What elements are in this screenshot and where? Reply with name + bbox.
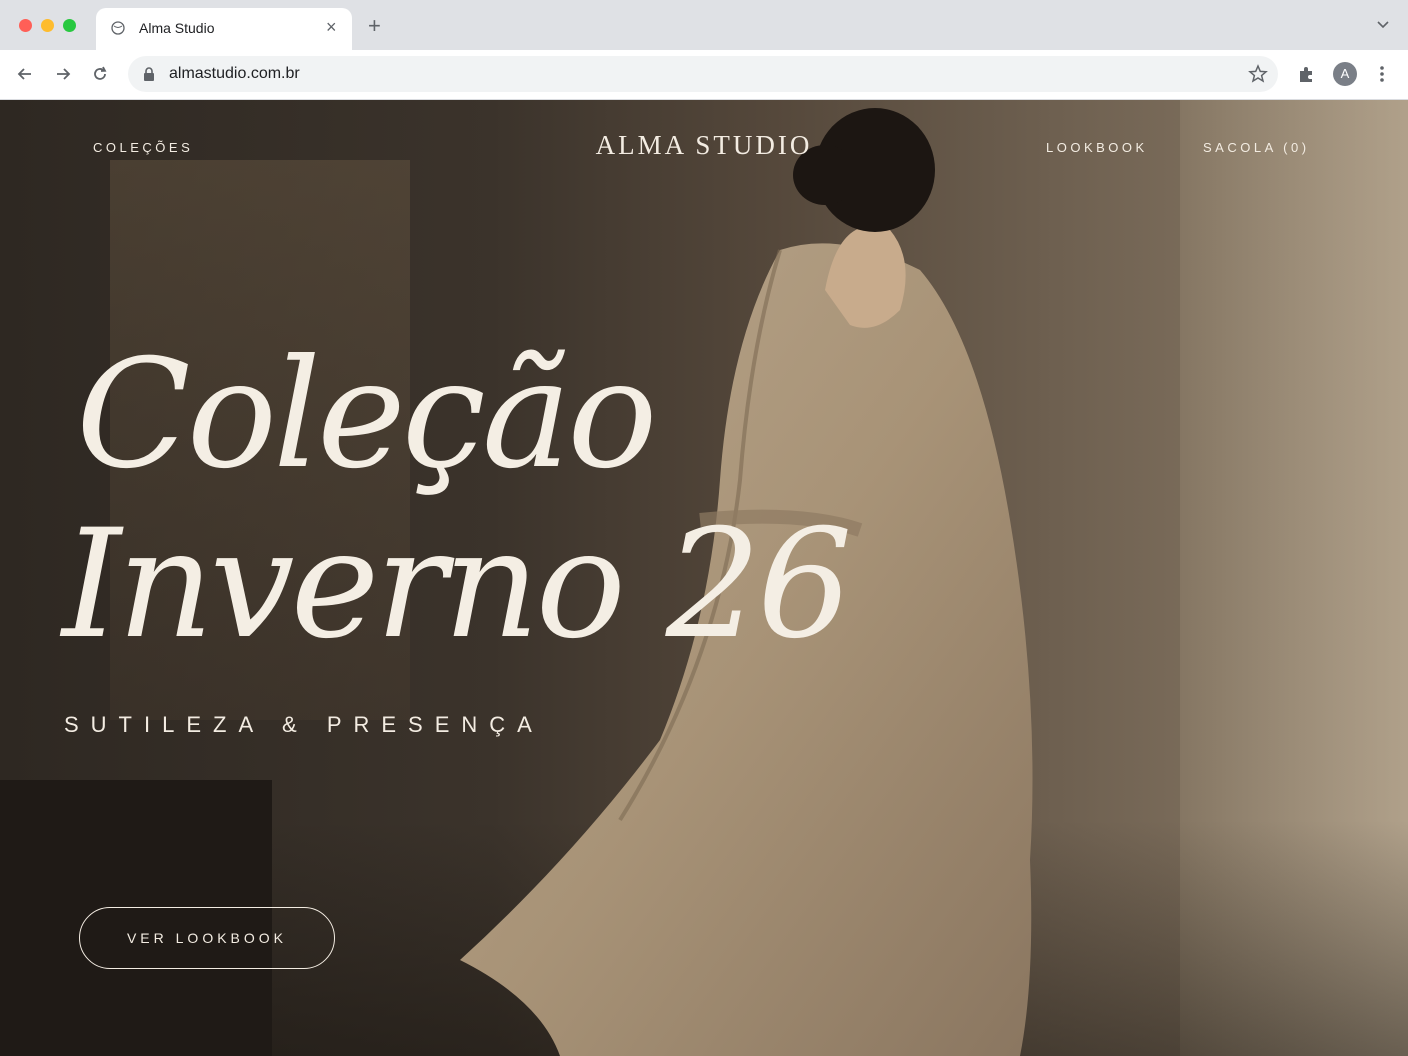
- profile-avatar[interactable]: A: [1333, 62, 1357, 86]
- chevron-down-icon[interactable]: [1376, 20, 1390, 30]
- more-menu-icon[interactable]: [1372, 64, 1392, 84]
- new-tab-button[interactable]: +: [368, 15, 381, 37]
- close-window-button[interactable]: [19, 19, 32, 32]
- hero-section: COLEÇÕES ALMA STUDIO LOOKBOOK SACOLA (0)…: [0, 100, 1408, 1056]
- hero-tagline: SUTILEZA & PRESENÇA: [64, 712, 544, 737]
- view-lookbook-button[interactable]: VER LOOKBOOK: [79, 907, 335, 969]
- maximize-window-button[interactable]: [63, 19, 76, 32]
- brand-logo-text[interactable]: ALMA STUDIO: [0, 130, 1408, 161]
- extensions-puzzle-icon[interactable]: [1296, 64, 1316, 84]
- nav-lookbook-link[interactable]: LOOKBOOK: [1046, 140, 1148, 155]
- hero-headline-line2: Inverno 26: [62, 498, 853, 672]
- lock-icon[interactable]: [143, 67, 155, 81]
- tab-title: Alma Studio: [139, 20, 215, 36]
- browser-tab-strip: Alma Studio × +: [0, 0, 1408, 50]
- url-text[interactable]: almastudio.com.br: [169, 65, 300, 83]
- browser-tab-active[interactable]: Alma Studio ×: [96, 8, 352, 50]
- close-tab-icon[interactable]: ×: [326, 18, 337, 36]
- back-arrow-icon[interactable]: [15, 64, 35, 84]
- nav-bag-link[interactable]: SACOLA (0): [1203, 140, 1310, 155]
- reload-icon[interactable]: [90, 64, 110, 84]
- address-bar[interactable]: almastudio.com.br: [128, 56, 1278, 92]
- bookmark-star-icon[interactable]: [1248, 64, 1268, 84]
- minimize-window-button[interactable]: [41, 19, 54, 32]
- forward-arrow-icon[interactable]: [53, 64, 73, 84]
- globe-icon: [111, 21, 125, 35]
- browser-toolbar: almastudio.com.br A: [0, 50, 1408, 100]
- hero-headline-line1: Coleção: [76, 328, 658, 502]
